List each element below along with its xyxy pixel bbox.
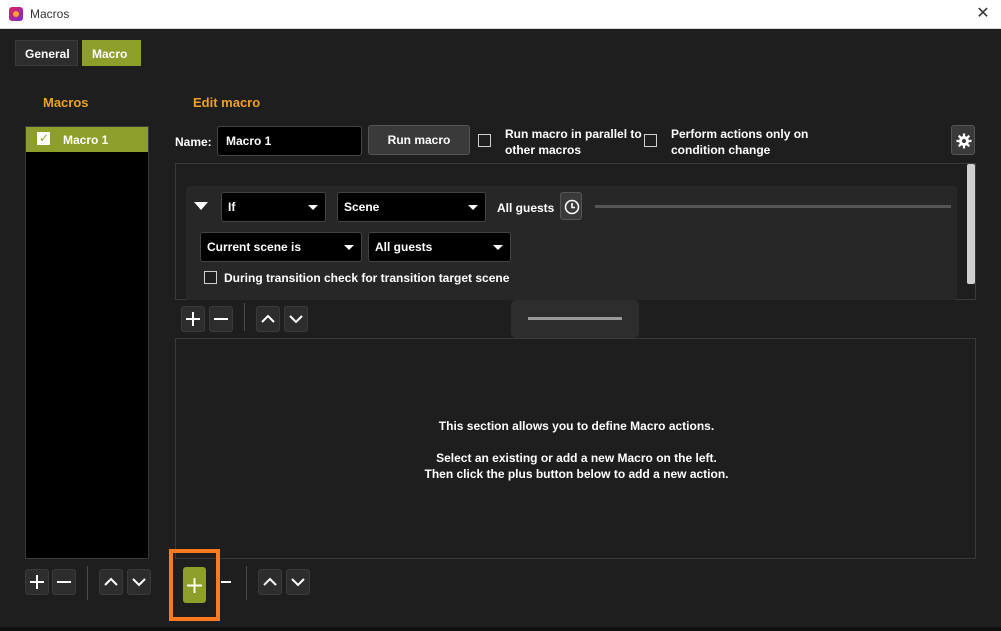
condition-type-value: Scene: [344, 200, 380, 214]
compare-select-value: Current scene is: [207, 240, 302, 254]
condition-type-select[interactable]: Scene: [337, 192, 486, 222]
list-item-macro[interactable]: Macro 1: [26, 127, 148, 152]
plus-icon: [186, 312, 200, 326]
condition-scrollbar[interactable]: [967, 164, 975, 284]
condition-change-label-line1: Perform actions only on: [671, 127, 809, 141]
macro-list[interactable]: Macro 1: [25, 126, 149, 559]
condition-change-label-line2: condition change: [671, 143, 771, 157]
plus-icon: [30, 575, 44, 589]
minus-icon: [214, 318, 228, 320]
run-parallel-label: Run macro in parallel to other macros: [505, 126, 642, 158]
tab-macro[interactable]: Macro: [82, 40, 141, 66]
move-condition-down-button[interactable]: [284, 306, 308, 332]
panel-splitter-handle[interactable]: [511, 300, 639, 338]
gear-icon: [956, 133, 972, 149]
actions-panel: This section allows you to define Macro …: [175, 338, 976, 559]
chevron-down-icon: [344, 245, 354, 250]
chevron-down-icon: [468, 205, 478, 210]
macro-enabled-checkbox[interactable]: [37, 131, 50, 145]
add-condition-button[interactable]: [181, 306, 205, 332]
edit-macro-heading: Edit macro: [193, 95, 261, 110]
app-logo-icon: [9, 7, 23, 21]
macro-item-label: Macro 1: [63, 133, 109, 147]
run-parallel-label-line2: other macros: [505, 143, 582, 157]
duration-button[interactable]: [560, 192, 582, 220]
plus-icon: [187, 578, 202, 593]
actions-hint-line2: Select an existing or add a new Macro on…: [436, 451, 717, 465]
scene-select-value: All guests: [375, 240, 433, 254]
remove-action-button[interactable]: [219, 569, 233, 595]
chevron-up-icon: [261, 314, 275, 323]
actions-hint-line3: Then click the plus button below to add …: [424, 467, 729, 481]
actions-hint-line1: This section allows you to define Macro …: [438, 419, 715, 433]
clock-icon: [564, 199, 580, 215]
run-parallel-label-line1: Run macro in parallel to: [505, 127, 642, 141]
move-macro-up-button[interactable]: [99, 569, 123, 595]
tab-general[interactable]: General: [15, 40, 78, 66]
duration-indicator: [595, 205, 951, 208]
condition-summary: All guests: [497, 201, 555, 215]
move-action-up-button[interactable]: [258, 569, 282, 595]
add-macro-button[interactable]: [25, 569, 49, 595]
divider: [244, 303, 245, 331]
condition-change-checkbox[interactable]: [644, 134, 657, 147]
run-parallel-checkbox[interactable]: [478, 134, 491, 147]
title-bar: Macros ✕: [0, 0, 1001, 29]
chevron-up-icon: [263, 577, 277, 586]
compare-select[interactable]: Current scene is: [200, 232, 362, 262]
macro-name-input[interactable]: Macro 1: [217, 126, 362, 156]
remove-macro-button[interactable]: [52, 569, 76, 595]
macros-heading: Macros: [43, 95, 89, 110]
condition-change-label: Perform actions only on condition change: [671, 126, 808, 158]
minus-icon: [221, 581, 231, 583]
window-bottom-edge: [0, 627, 1001, 631]
remove-condition-button[interactable]: [209, 306, 233, 332]
close-button[interactable]: ✕: [975, 5, 991, 23]
chevron-down-icon: [308, 205, 318, 210]
chevron-up-icon: [104, 577, 118, 586]
chevron-down-icon: [291, 578, 305, 587]
settings-button[interactable]: [951, 125, 975, 155]
collapse-triangle-icon[interactable]: [194, 202, 208, 210]
logic-select[interactable]: If: [221, 192, 326, 222]
scene-select[interactable]: All guests: [368, 232, 511, 262]
transition-check-checkbox[interactable]: [204, 271, 217, 284]
run-macro-button[interactable]: Run macro: [368, 125, 470, 155]
move-macro-down-button[interactable]: [127, 569, 151, 595]
name-label: Name:: [175, 135, 212, 149]
divider: [246, 566, 247, 600]
window-title: Macros: [30, 7, 70, 21]
chevron-down-icon: [289, 315, 303, 324]
move-condition-up-button[interactable]: [256, 306, 280, 332]
logic-select-value: If: [228, 200, 236, 214]
chevron-down-icon: [493, 245, 503, 250]
minus-icon: [57, 581, 71, 583]
chevron-down-icon: [132, 578, 146, 587]
divider: [87, 566, 88, 600]
move-action-down-button[interactable]: [286, 569, 310, 595]
transition-check-label: During transition check for transition t…: [224, 271, 510, 285]
add-action-button[interactable]: [183, 567, 206, 603]
